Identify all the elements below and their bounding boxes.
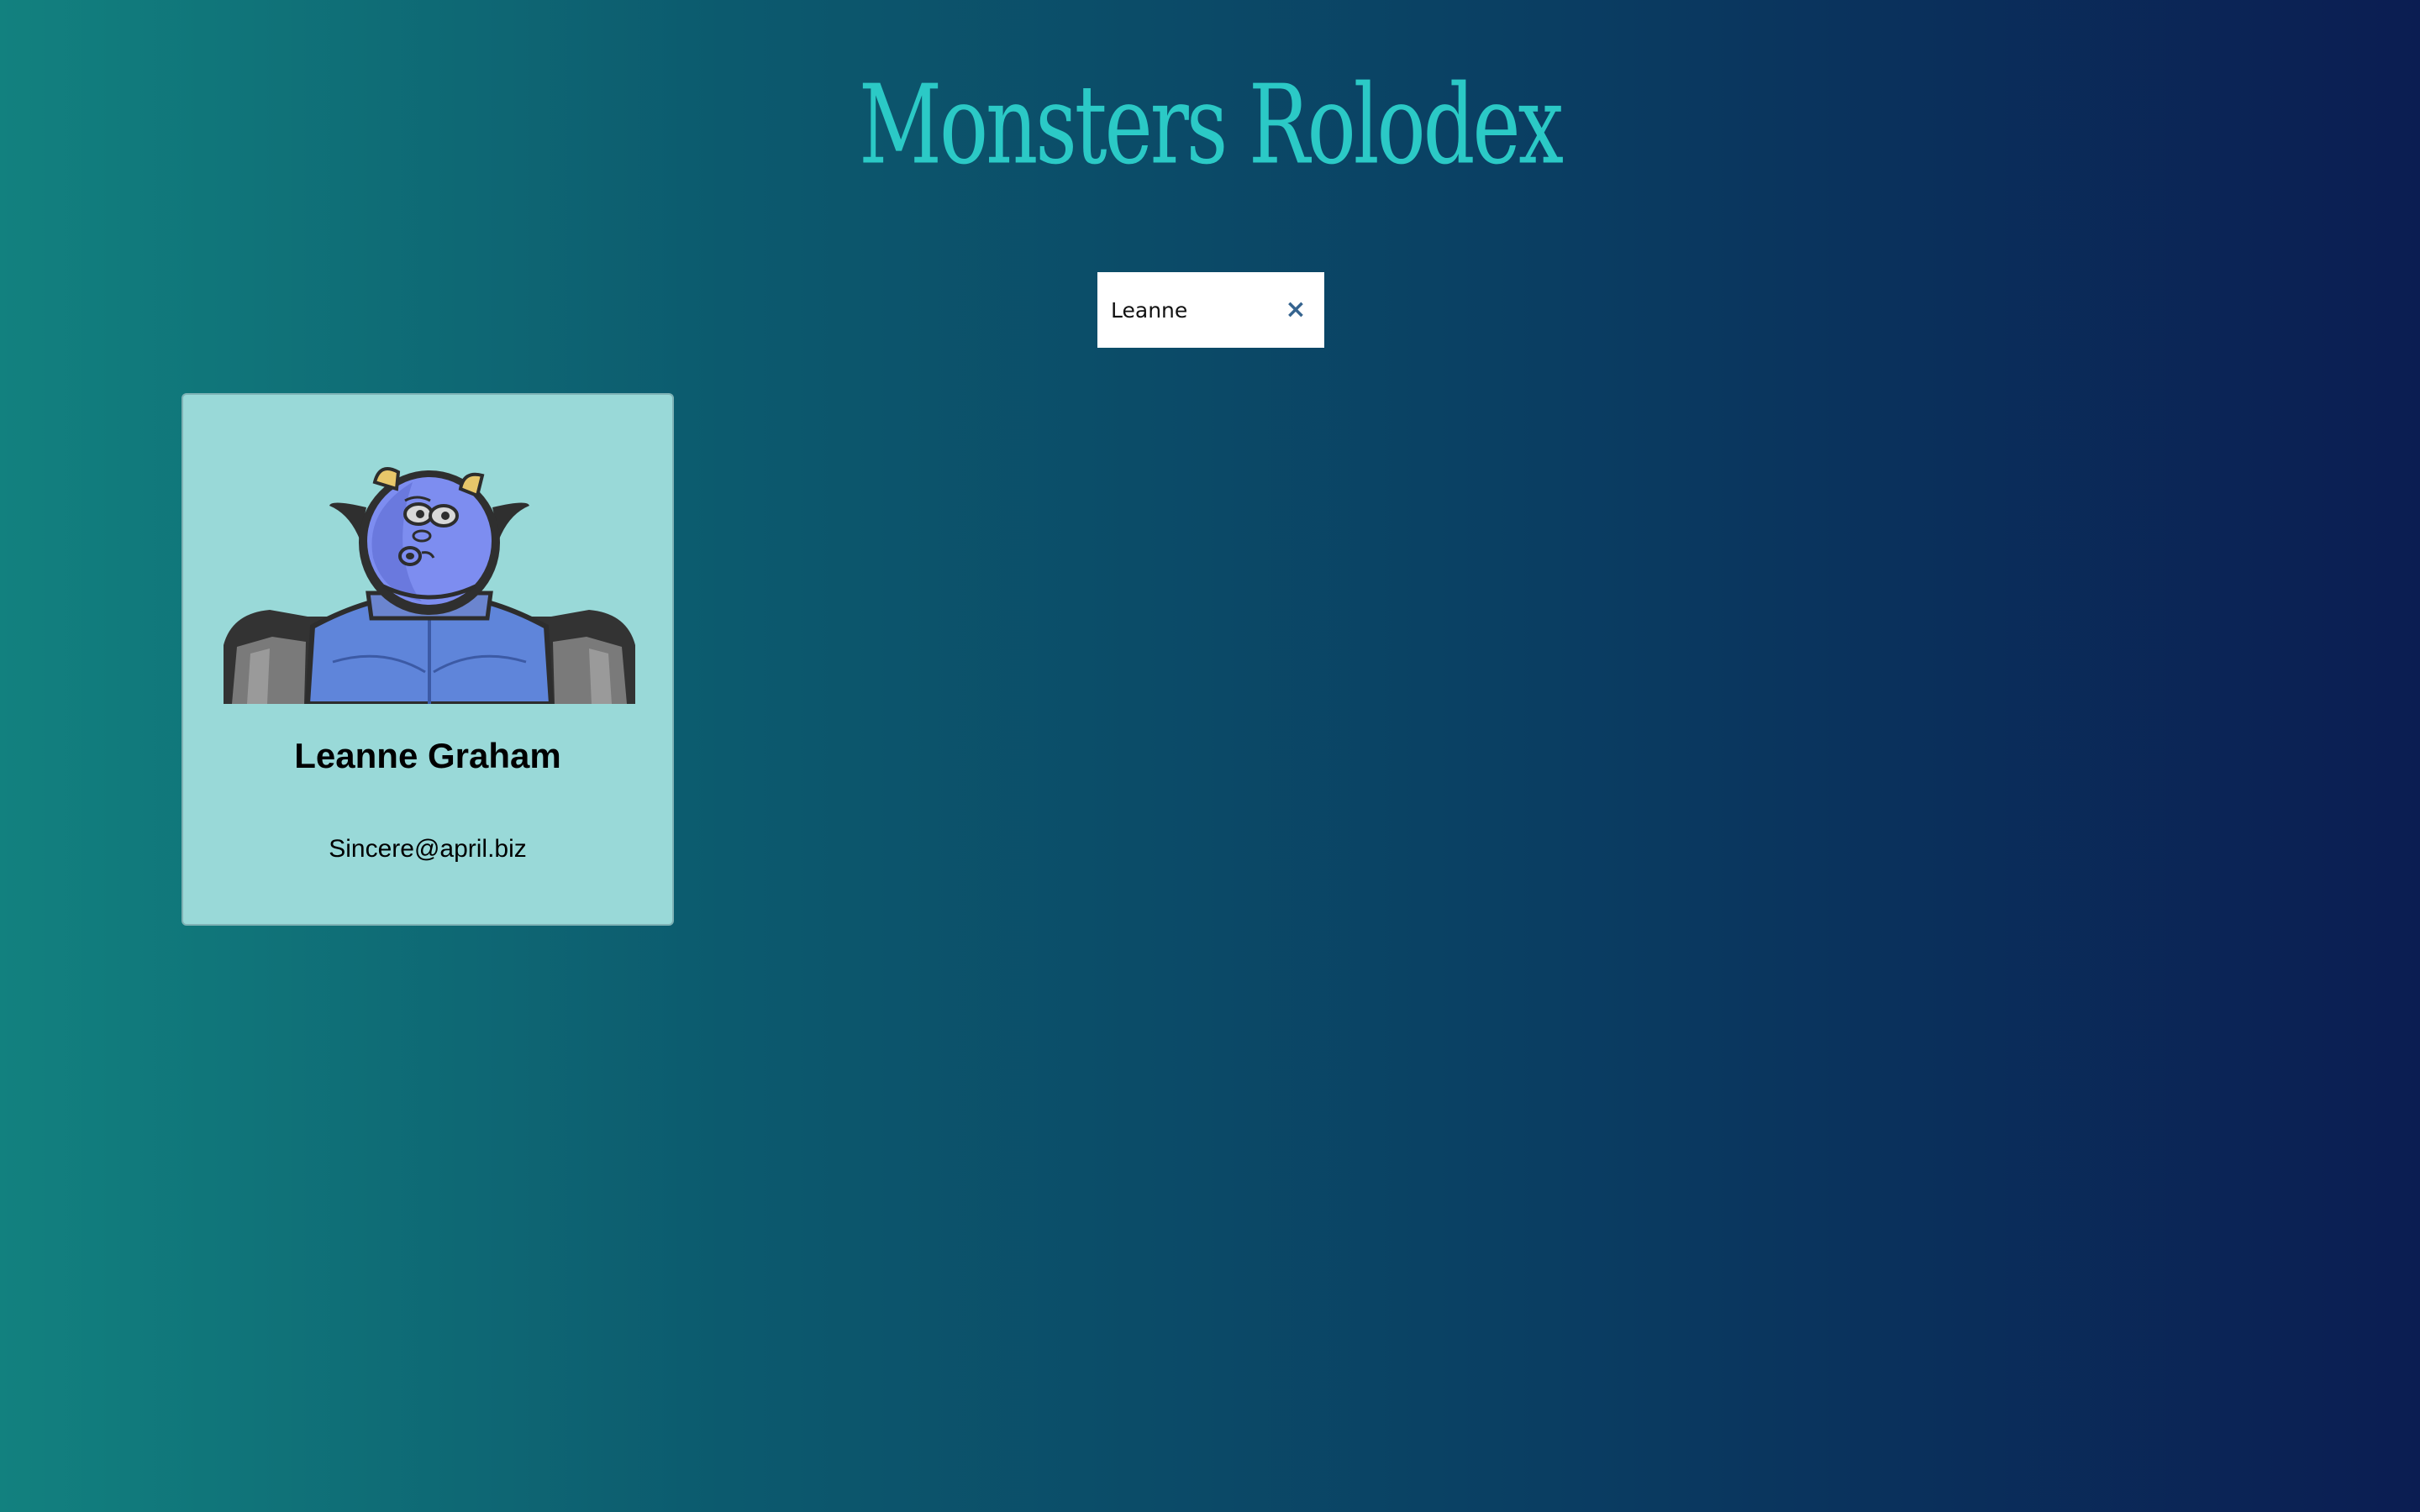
search-box[interactable]: × (1097, 272, 1324, 348)
monster-card[interactable]: Leanne Graham Sincere@april.biz (182, 393, 674, 926)
card-list: Leanne Graham Sincere@april.biz (182, 393, 674, 926)
close-icon[interactable]: × (1282, 297, 1309, 323)
monster-name: Leanne Graham (294, 736, 561, 775)
app-title: Monsters Rolodex (859, 61, 1564, 189)
monster-email: Sincere@april.biz (329, 835, 527, 863)
search-input[interactable] (1097, 272, 1265, 348)
monster-avatar (224, 467, 635, 704)
